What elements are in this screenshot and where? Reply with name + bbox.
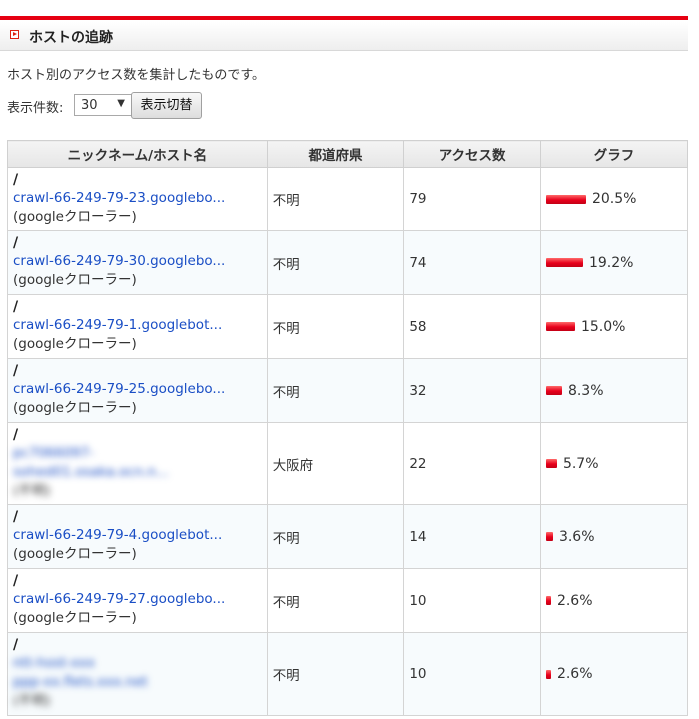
access-count-cell: 74 [403, 230, 541, 295]
host-link[interactable]: crawl-66-249-79-25.googlebo... [13, 380, 262, 399]
host-link[interactable]: crawl-66-249-79-1.googlebot... [13, 316, 262, 335]
access-count-cell: 14 [403, 504, 541, 569]
host-cell: / ntt-host-xxx ppp-xx.flets.xxx.net (不明) [7, 632, 268, 716]
column-header-graph: グラフ [539, 140, 689, 168]
access-path: / [13, 363, 19, 379]
percentage-bar [545, 596, 551, 605]
percentage-bar [545, 386, 562, 395]
graph-cell: 19.2% [539, 230, 689, 295]
host-nickname: (googleクローラー) [13, 546, 137, 562]
prefecture-cell: 不明 [266, 358, 405, 423]
column-header-host: ニックネーム/ホスト名 [7, 140, 268, 168]
percentage-label: 3.6% [558, 528, 595, 545]
display-count-select[interactable]: 30 ▼ [74, 94, 132, 116]
table-header-row: ニックネーム/ホスト名 都道府県 アクセス数 グラフ [7, 140, 689, 168]
switch-display-button[interactable]: 表示切替 [131, 92, 202, 119]
prefecture-cell: 大阪府 [266, 422, 405, 505]
access-count-cell: 58 [403, 294, 541, 359]
access-path: / [13, 509, 19, 525]
prefecture-cell: 不明 [266, 294, 405, 359]
host-link[interactable]: crawl-66-249-79-27.googlebo... [13, 590, 262, 609]
percentage-label: 2.6% [556, 592, 593, 609]
graph-cell: 8.3% [539, 358, 689, 423]
access-path: / [13, 299, 19, 315]
dropdown-arrow-icon: ▼ [117, 98, 125, 109]
table-row: / crawl-66-249-79-4.googlebot... (googleクロ… [7, 504, 689, 569]
host-table: ニックネーム/ホスト名 都道府県 アクセス数 グラフ / crawl-66-249… [7, 140, 689, 716]
percentage-bar [545, 194, 586, 204]
percentage-label: 8.3% [567, 382, 604, 399]
host-link[interactable]: crawl-66-249-79-30.googlebo... [13, 252, 262, 271]
access-path: / [13, 171, 19, 188]
column-header-prefecture: 都道府県 [266, 140, 405, 168]
host-link-continued[interactable]: sohed01.osaka.ocn.n... [13, 463, 262, 482]
host-nickname: (googleクローラー) [13, 336, 137, 352]
percentage-bar [545, 459, 557, 468]
host-link-continued[interactable]: ppp-xx.flets.xxx.net [13, 673, 262, 692]
host-cell: / crawl-66-249-79-23.googlebo... (googleクロ… [7, 167, 268, 231]
access-count-cell: 10 [403, 568, 541, 633]
host-nickname: (googleクローラー) [13, 610, 137, 626]
graph-cell: 2.6% [539, 632, 689, 716]
prefecture-cell: 不明 [266, 632, 405, 716]
host-cell: / crawl-66-249-79-27.googlebo... (googleクロ… [7, 568, 268, 633]
percentage-bar [545, 258, 583, 267]
table-row: / crawl-66-249-79-25.googlebo... (googleクロ… [7, 358, 689, 423]
host-cell: / pc7066097- sohed01.osaka.ocn.n... (不明) [7, 422, 268, 505]
table-row: / pc7066097- sohed01.osaka.ocn.n... (不明) 大阪府… [7, 422, 689, 505]
host-nickname: (googleクローラー) [13, 272, 137, 288]
graph-cell: 5.7% [539, 422, 689, 505]
percentage-label: 2.6% [556, 666, 593, 682]
access-path: / [13, 235, 19, 251]
graph-cell: 2.6% [539, 568, 689, 633]
graph-cell: 20.5% [539, 167, 689, 231]
graph-cell: 3.6% [539, 504, 689, 569]
play-square-icon [10, 30, 19, 39]
host-nickname: (googleクローラー) [13, 208, 137, 225]
access-path: / [13, 426, 19, 443]
table-row: / crawl-66-249-79-30.googlebo... (googleクロ… [7, 230, 689, 295]
access-count-cell: 22 [403, 422, 541, 505]
percentage-bar [545, 322, 575, 331]
display-count-label: 表示件数: [7, 101, 64, 116]
host-link[interactable]: crawl-66-249-79-4.googlebot... [13, 526, 262, 545]
access-count-cell: 79 [403, 167, 541, 231]
prefecture-cell: 不明 [266, 568, 405, 633]
page-description: ホスト別のアクセス数を集計したものです。 [7, 68, 266, 83]
section-title: ホストの追跡 [29, 30, 113, 46]
percentage-bar [545, 669, 551, 679]
section-header: ホストの追跡 [0, 22, 688, 51]
table-row: / ntt-host-xxx ppp-xx.flets.xxx.net (不明) 不明 1… [7, 632, 689, 716]
percentage-bar [545, 532, 553, 541]
prefecture-cell: 不明 [266, 167, 405, 231]
host-nickname: (不明) [13, 482, 51, 499]
host-cell: / crawl-66-249-79-25.googlebo... (googleクロ… [7, 358, 268, 423]
percentage-label: 5.7% [562, 455, 599, 472]
access-count-cell: 10 [403, 632, 541, 716]
percentage-label: 15.0% [580, 318, 626, 335]
prefecture-cell: 不明 [266, 230, 405, 295]
host-link[interactable]: ntt-host-xxx [13, 654, 262, 673]
host-link[interactable]: pc7066097- [13, 444, 262, 463]
host-cell: / crawl-66-249-79-30.googlebo... (googleクロ… [7, 230, 268, 295]
table-row: / crawl-66-249-79-23.googlebo... (googleクロ… [7, 167, 689, 231]
host-nickname: (googleクローラー) [13, 400, 137, 416]
table-row: / crawl-66-249-79-1.googlebot... (googleクロ… [7, 294, 689, 359]
percentage-label: 20.5% [591, 191, 637, 207]
display-count-value: 30 [81, 98, 98, 113]
percentage-label: 19.2% [588, 254, 634, 271]
access-count-cell: 32 [403, 358, 541, 423]
column-header-access-count: アクセス数 [403, 140, 541, 168]
graph-cell: 15.0% [539, 294, 689, 359]
prefecture-cell: 不明 [266, 504, 405, 569]
host-link[interactable]: crawl-66-249-79-23.googlebo... [13, 189, 262, 208]
host-nickname: (不明) [13, 693, 51, 709]
host-cell: / crawl-66-249-79-4.googlebot... (googleクロ… [7, 504, 268, 569]
access-path: / [13, 573, 19, 589]
top-accent-line [0, 16, 688, 20]
table-row: / crawl-66-249-79-27.googlebo... (googleクロ… [7, 568, 689, 633]
access-path: / [13, 637, 19, 653]
host-cell: / crawl-66-249-79-1.googlebot... (googleクロ… [7, 294, 268, 359]
